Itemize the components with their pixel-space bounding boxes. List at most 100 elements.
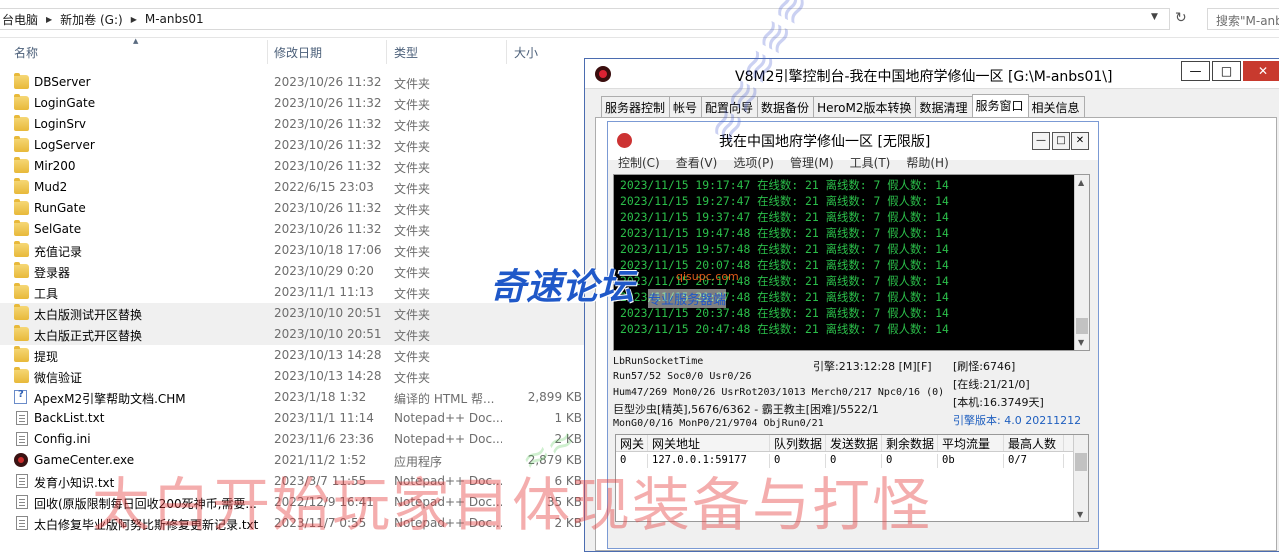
tab-5[interactable]: 数据清理	[915, 96, 973, 117]
maximize-button[interactable]: □	[1212, 61, 1241, 81]
file-row[interactable]: LoginSrv 2023/10/26 11:32 文件夹	[0, 114, 590, 135]
menu-item[interactable]: 选项(P)	[733, 154, 774, 171]
refresh-icon[interactable]: ↻	[1175, 10, 1187, 26]
scroll-thumb[interactable]	[1076, 318, 1088, 334]
close-button[interactable]: ✕	[1243, 61, 1279, 81]
file-row[interactable]: 太白修复毕业版阿努比斯修复更新记录.txt 2023/11/7 0:55 Notep…	[0, 513, 590, 534]
file-row[interactable]: DBServer 2023/10/26 11:32 文件夹	[0, 72, 590, 93]
file-date: 2023/10/26 11:32	[274, 201, 382, 215]
tab-1[interactable]: 帐号	[669, 96, 703, 117]
file-row[interactable]: 微信验证 2023/10/13 14:28 文件夹	[0, 366, 590, 387]
file-name: DBServer	[34, 75, 91, 89]
console-scrollbar[interactable]: ▲ ▼	[1074, 175, 1089, 350]
table-header-cell[interactable]: 队列数据	[770, 435, 826, 451]
file-row[interactable]: 工具 2023/11/1 11:13 文件夹	[0, 282, 590, 303]
menu-item[interactable]: 管理(M)	[790, 154, 834, 171]
menu-item[interactable]: 控制(C)	[618, 154, 660, 171]
column-size[interactable]: 大小	[514, 44, 538, 61]
table-cell: 0	[616, 454, 648, 468]
text-file-icon	[16, 432, 28, 446]
file-row[interactable]: 提现 2023/10/13 14:28 文件夹	[0, 345, 590, 366]
menu-item[interactable]: 查看(V)	[676, 154, 718, 171]
server-window-title-bar[interactable]: 我在中国地府学修仙一区 [无限版] — □ ✕ 控制(C) 查看(V) 选项(P) 管…	[608, 122, 1098, 170]
file-row[interactable]: SelGate 2023/10/26 11:32 文件夹	[0, 219, 590, 240]
scroll-down-icon[interactable]: ▼	[1077, 510, 1083, 519]
column-type[interactable]: 类型	[394, 44, 418, 61]
file-type: 文件夹	[394, 182, 431, 196]
log-line: 2023/11/15 19:37:47 在线数: 21 离线数: 7 假人数: …	[620, 210, 949, 224]
file-type: 文件夹	[394, 119, 431, 133]
table-header-cell[interactable]: 剩余数据	[882, 435, 938, 451]
breadcrumb-folder[interactable]: M-anbs01	[145, 12, 204, 26]
menu-item[interactable]: 帮助(H)	[906, 154, 948, 171]
folder-icon	[14, 115, 29, 131]
column-divider[interactable]	[506, 40, 507, 64]
file-date: 2023/11/1 11:14	[274, 411, 374, 425]
file-type: 文件夹	[394, 224, 431, 238]
breadcrumb-computer[interactable]: 台电脑	[2, 11, 38, 28]
file-row[interactable]: 充值记录 2023/10/18 17:06 文件夹	[0, 240, 590, 261]
file-row[interactable]: Mir200 2023/10/26 11:32 文件夹	[0, 156, 590, 177]
file-size: 6 KB	[554, 474, 582, 488]
column-date[interactable]: 修改日期	[274, 44, 322, 61]
file-name: Mir200	[34, 159, 76, 173]
tab-4[interactable]: HeroM2版本转换	[813, 96, 917, 117]
history-dropdown-icon[interactable]: ▼	[1151, 12, 1158, 22]
table-header-cell[interactable]: 网关	[616, 435, 648, 451]
table-cell: 0	[882, 454, 938, 468]
file-name: 回收(原版限制每日回收200死神币,需要...	[34, 497, 257, 511]
inner-minimize-button[interactable]: —	[1032, 132, 1050, 150]
menu-item[interactable]: 工具(T)	[850, 154, 891, 171]
column-name[interactable]: 名称	[14, 44, 38, 61]
tab-2[interactable]: 配置向导	[701, 96, 759, 117]
file-row[interactable]: RunGate 2023/10/26 11:32 文件夹	[0, 198, 590, 219]
file-row[interactable]: 登录器 2023/10/29 0:20 文件夹	[0, 261, 590, 282]
file-date: 2023/10/29 0:20	[274, 264, 374, 278]
column-divider[interactable]	[267, 40, 268, 64]
table-header-cell[interactable]: 网关地址	[648, 435, 770, 451]
tab-7[interactable]: 相关信息	[1027, 96, 1085, 117]
file-row[interactable]: Mud2 2022/6/15 23:03 文件夹	[0, 177, 590, 198]
file-row[interactable]: Config.ini 2023/11/6 23:36 Notepad++ Doc..…	[0, 429, 590, 450]
file-type: Notepad++ Doc...	[394, 432, 502, 446]
breadcrumb[interactable]: 台电脑 ▶ 新加卷 (G:) ▶ M-anbs01	[0, 8, 1170, 30]
file-row[interactable]: 太白版测试开区替换 2023/10/10 20:51 文件夹	[0, 303, 590, 324]
file-row[interactable]: 回收(原版限制每日回收200死神币,需要... 2022/12/9 16:41 No…	[0, 492, 590, 513]
table-header-cell[interactable]: 平均流量	[938, 435, 1004, 451]
table-scrollbar[interactable]: ▼	[1073, 435, 1088, 521]
table-header-cell[interactable]: 发送数据	[826, 435, 882, 451]
inner-maximize-button[interactable]: □	[1052, 132, 1070, 150]
file-row[interactable]: LoginGate 2023/10/26 11:32 文件夹	[0, 93, 590, 114]
search-input[interactable]: 搜索"M-anbs	[1207, 8, 1279, 30]
file-name: GameCenter.exe	[34, 453, 135, 467]
tab-0[interactable]: 服务器控制	[601, 96, 671, 117]
file-row[interactable]: ApexM2引擎帮助文档.CHM 2023/1/18 1:32 编译的 HTML 帮…	[0, 387, 590, 408]
minimize-button[interactable]: —	[1181, 61, 1210, 81]
scroll-thumb[interactable]	[1075, 453, 1087, 471]
log-console[interactable]: 2023/11/15 19:17:47 在线数: 21 离线数: 7 假人数: …	[613, 174, 1090, 351]
file-date: 2022/6/15 23:03	[274, 180, 374, 194]
file-name: ApexM2引擎帮助文档.CHM	[34, 392, 186, 406]
file-date: 2023/10/10 20:51	[274, 306, 382, 320]
folder-icon	[14, 262, 29, 278]
breadcrumb-drive[interactable]: 新加卷 (G:)	[60, 11, 123, 28]
table-header-cell[interactable]: 最高人数	[1004, 435, 1064, 451]
scroll-up-icon[interactable]: ▲	[1078, 178, 1084, 187]
scroll-down-icon[interactable]: ▼	[1078, 338, 1084, 347]
table-row[interactable]: 0 127.0.0.1:59177 0 0 0 0b 0/7	[616, 452, 1088, 468]
tab-6[interactable]: 服务窗口	[971, 94, 1029, 117]
column-divider[interactable]	[386, 40, 387, 64]
file-row[interactable]: GameCenter.exe 2021/11/2 1:52 应用程序 2,879 KB	[0, 450, 590, 471]
file-row[interactable]: BackList.txt 2023/11/1 11:14 Notepad++ Doc…	[0, 408, 590, 429]
log-line: 2023/11/15 19:47:48 在线数: 21 离线数: 7 假人数: …	[620, 226, 949, 240]
inner-close-button[interactable]: ✕	[1071, 132, 1089, 150]
file-type: Notepad++ Doc...	[394, 474, 502, 488]
tab-3[interactable]: 数据备份	[757, 96, 815, 117]
file-row[interactable]: 太白版正式开区替换 2023/10/10 20:51 文件夹	[0, 324, 590, 345]
file-type: 文件夹	[394, 98, 431, 112]
text-file-icon	[16, 516, 28, 530]
file-name: 工具	[34, 287, 59, 301]
engine-title-bar[interactable]: V8M2引擎控制台-我在中国地府学修仙一区 [G:\M-anbs01\] — □…	[585, 59, 1279, 89]
file-row[interactable]: 发育小知识.txt 2023/3/7 11:55 Notepad++ Doc... 6…	[0, 471, 590, 492]
file-row[interactable]: LogServer 2023/10/26 11:32 文件夹	[0, 135, 590, 156]
